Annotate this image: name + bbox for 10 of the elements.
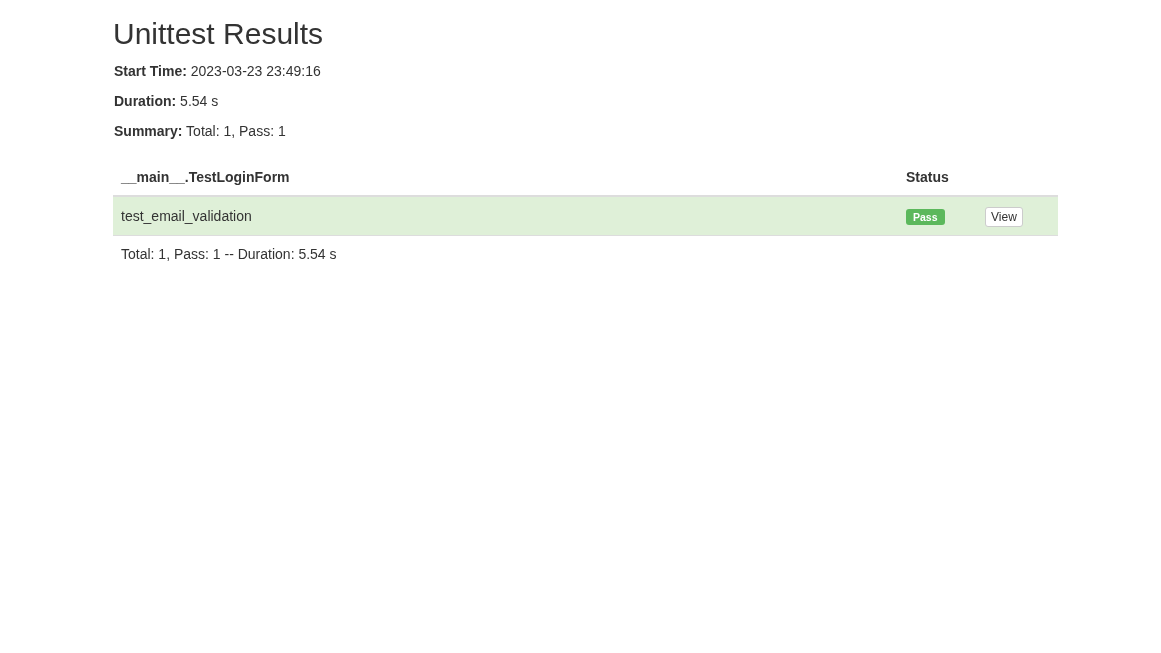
view-button[interactable]: View [985, 207, 1023, 227]
page-title: Unittest Results [113, 17, 325, 50]
column-header: Status [906, 169, 949, 185]
info-line: Duration: 5.54 s [114, 92, 220, 111]
column-header: __main__.TestLoginForm [121, 169, 290, 185]
info-line: Summary: Total: 1, Pass: 1 [114, 122, 287, 141]
info-line: Start Time: 2023-03-23 23:49:16 [114, 62, 322, 81]
summary-footer: Total: 1, Pass: 1 -- Duration: 5.54 s [121, 246, 337, 262]
test-name: test_email_validation [121, 208, 252, 224]
status-badge: Pass [906, 209, 945, 225]
